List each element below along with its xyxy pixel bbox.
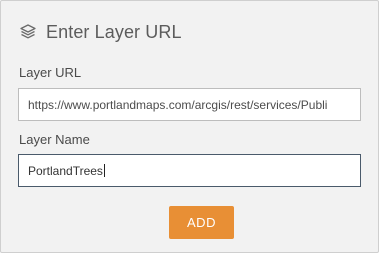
layer-url-value: https://www.portlandmaps.com/arcgis/rest… — [28, 97, 328, 112]
layers-icon — [18, 22, 38, 42]
layer-url-input[interactable]: https://www.portlandmaps.com/arcgis/rest… — [18, 88, 361, 121]
layer-name-input[interactable]: PortlandTrees — [18, 154, 361, 187]
layer-name-label: Layer Name — [19, 132, 90, 147]
panel-header: Enter Layer URL — [18, 19, 182, 45]
layer-url-label: Layer URL — [19, 65, 82, 80]
text-caret — [103, 164, 105, 177]
layer-name-value: PortlandTrees — [28, 163, 103, 178]
add-button[interactable]: ADD — [169, 206, 234, 239]
enter-layer-url-panel: Enter Layer URL Layer URL https://www.po… — [0, 0, 379, 253]
dialog-title: Enter Layer URL — [46, 21, 182, 42]
